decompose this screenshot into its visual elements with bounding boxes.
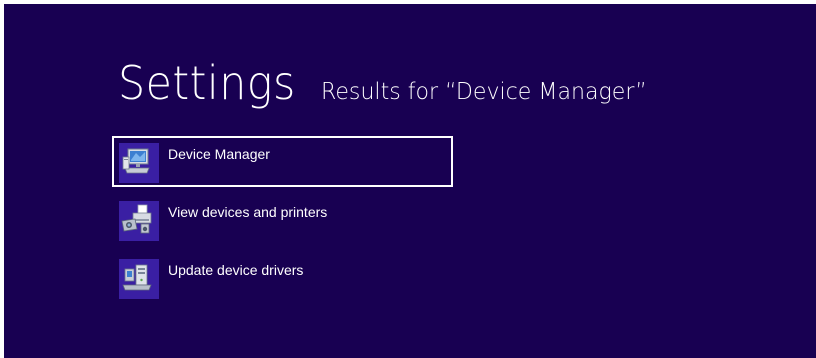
device-drivers-icon [119, 259, 159, 299]
result-label: View devices and printers [168, 204, 328, 220]
results-subtitle: Results for “Device Manager” [321, 79, 647, 105]
device-manager-icon [119, 143, 159, 183]
result-update-device-drivers[interactable]: Update device drivers [112, 252, 453, 303]
result-view-devices-printers[interactable]: View devices and printers [112, 194, 453, 245]
search-results-pane: Settings Results for “Device Manager” De… [4, 4, 816, 358]
page-title: Settings [118, 56, 296, 110]
result-label: Update device drivers [168, 262, 304, 278]
result-device-manager[interactable]: Device Manager [112, 136, 453, 187]
result-label: Device Manager [168, 146, 270, 162]
devices-printers-icon [119, 201, 159, 241]
results-list: Device Manager View devices and printers… [112, 136, 454, 310]
